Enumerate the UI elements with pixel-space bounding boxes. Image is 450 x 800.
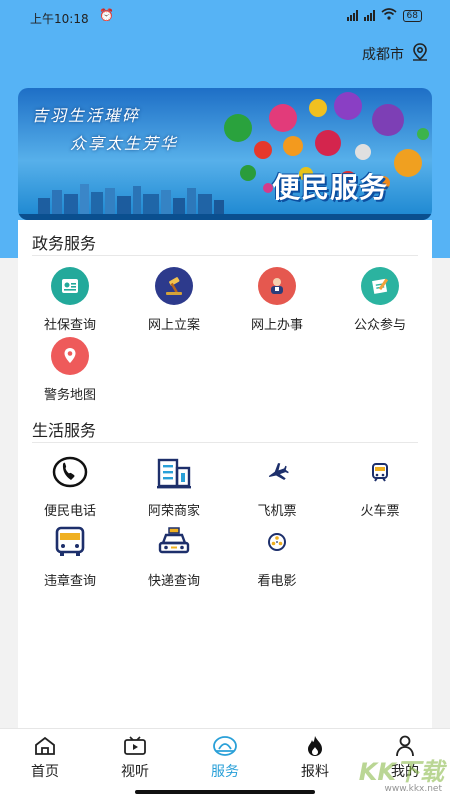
violation-query-label: 违章查询 [43,574,96,589]
service-social-security[interactable]: 社保查询 [20,266,120,333]
tab-report[interactable]: 报料 [280,735,350,781]
watermark-url: www.kkx.net [384,784,443,794]
service-flight-tickets[interactable]: 飞机票 [227,452,327,519]
service-train-tickets[interactable]: 火车票 [330,452,430,519]
tab-home[interactable]: 首页 [10,735,80,781]
wifi-icon [381,8,397,23]
home-indicator[interactable] [135,790,315,794]
banner[interactable]: 吉羽生活璀碎 众享太生芳华 便民服务 [18,88,432,220]
service-icon [190,735,260,757]
life-section-divider [32,442,418,443]
phone-icon [50,452,90,492]
police-map-icon [51,337,89,375]
flight-tickets-label: 飞机票 [257,504,297,519]
movies-label: 看电影 [257,574,297,589]
tab-video-label: 视听 [121,764,149,780]
banner-title: 便民服务 [271,171,388,204]
tab-home-label: 首页 [31,764,59,780]
gov-section-title: 政务服务 [32,234,97,253]
merchants-label: 阿荣商家 [147,504,200,519]
merchant-building-icon [154,452,194,492]
online-affairs-icon [258,267,296,305]
services-card: 政务服务 社保查询 网上立案 网上办事 公众参与 警务地图 生活服务 便民电话 … [18,220,432,728]
film-reel-icon [257,522,297,562]
public-participation-icon [361,267,399,305]
status-indicators: 68 [346,8,422,23]
service-violation-query[interactable]: 违章查询 [20,522,120,589]
service-merchants[interactable]: 阿荣商家 [124,452,224,519]
life-section-title: 生活服务 [32,421,97,440]
banner-slogan-line2: 众享太生芳华 [70,134,179,153]
signal-icon [346,10,358,21]
social-security-label: 社保查询 [43,318,96,333]
tab-video[interactable]: 视听 [100,735,170,781]
signal-icon-2 [363,10,375,21]
service-public-participation[interactable]: 公众参与 [330,266,430,333]
service-movies[interactable]: 看电影 [227,522,327,589]
taxi-delivery-icon [154,522,194,562]
status-bar: 上午10:18 ⏰ 68 [0,0,450,34]
convenience-phone-label: 便民电话 [43,504,96,519]
airplane-icon [257,452,297,492]
watermark-logo: KK下载 [358,758,444,786]
video-icon [100,735,170,757]
train-icon [360,452,400,492]
city-selector[interactable]: 成都市 [362,42,430,66]
service-express-query[interactable]: 快递查询 [124,522,224,589]
banner-slogan-line1: 吉羽生活璀碎 [32,106,141,125]
service-online-affairs[interactable]: 网上办事 [227,266,327,333]
train-tickets-label: 火车票 [360,504,400,519]
tab-service[interactable]: 服务 [190,735,260,781]
fire-report-icon [280,735,350,757]
court-gavel-icon [155,267,193,305]
police-map-label: 警务地图 [43,388,96,403]
online-affairs-label: 网上办事 [250,318,303,333]
service-convenience-phone[interactable]: 便民电话 [20,452,120,519]
public-participation-label: 公众参与 [353,318,406,333]
service-police-map[interactable]: 警务地图 [20,336,120,403]
battery-icon: 68 [402,9,422,22]
tab-service-label: 服务 [211,764,239,780]
location-pin-icon [410,42,430,66]
gov-section-divider [32,255,418,256]
bus-violation-icon [50,522,90,562]
alarm-icon: ⏰ [99,8,114,22]
status-time: 上午10:18 [30,12,89,26]
city-label: 成都市 [362,47,404,63]
online-filing-label: 网上立案 [147,318,200,333]
tab-report-label: 报料 [301,764,329,780]
social-security-icon [51,267,89,305]
service-online-filing[interactable]: 网上立案 [124,266,224,333]
home-icon [10,735,80,757]
express-query-label: 快递查询 [147,574,200,589]
